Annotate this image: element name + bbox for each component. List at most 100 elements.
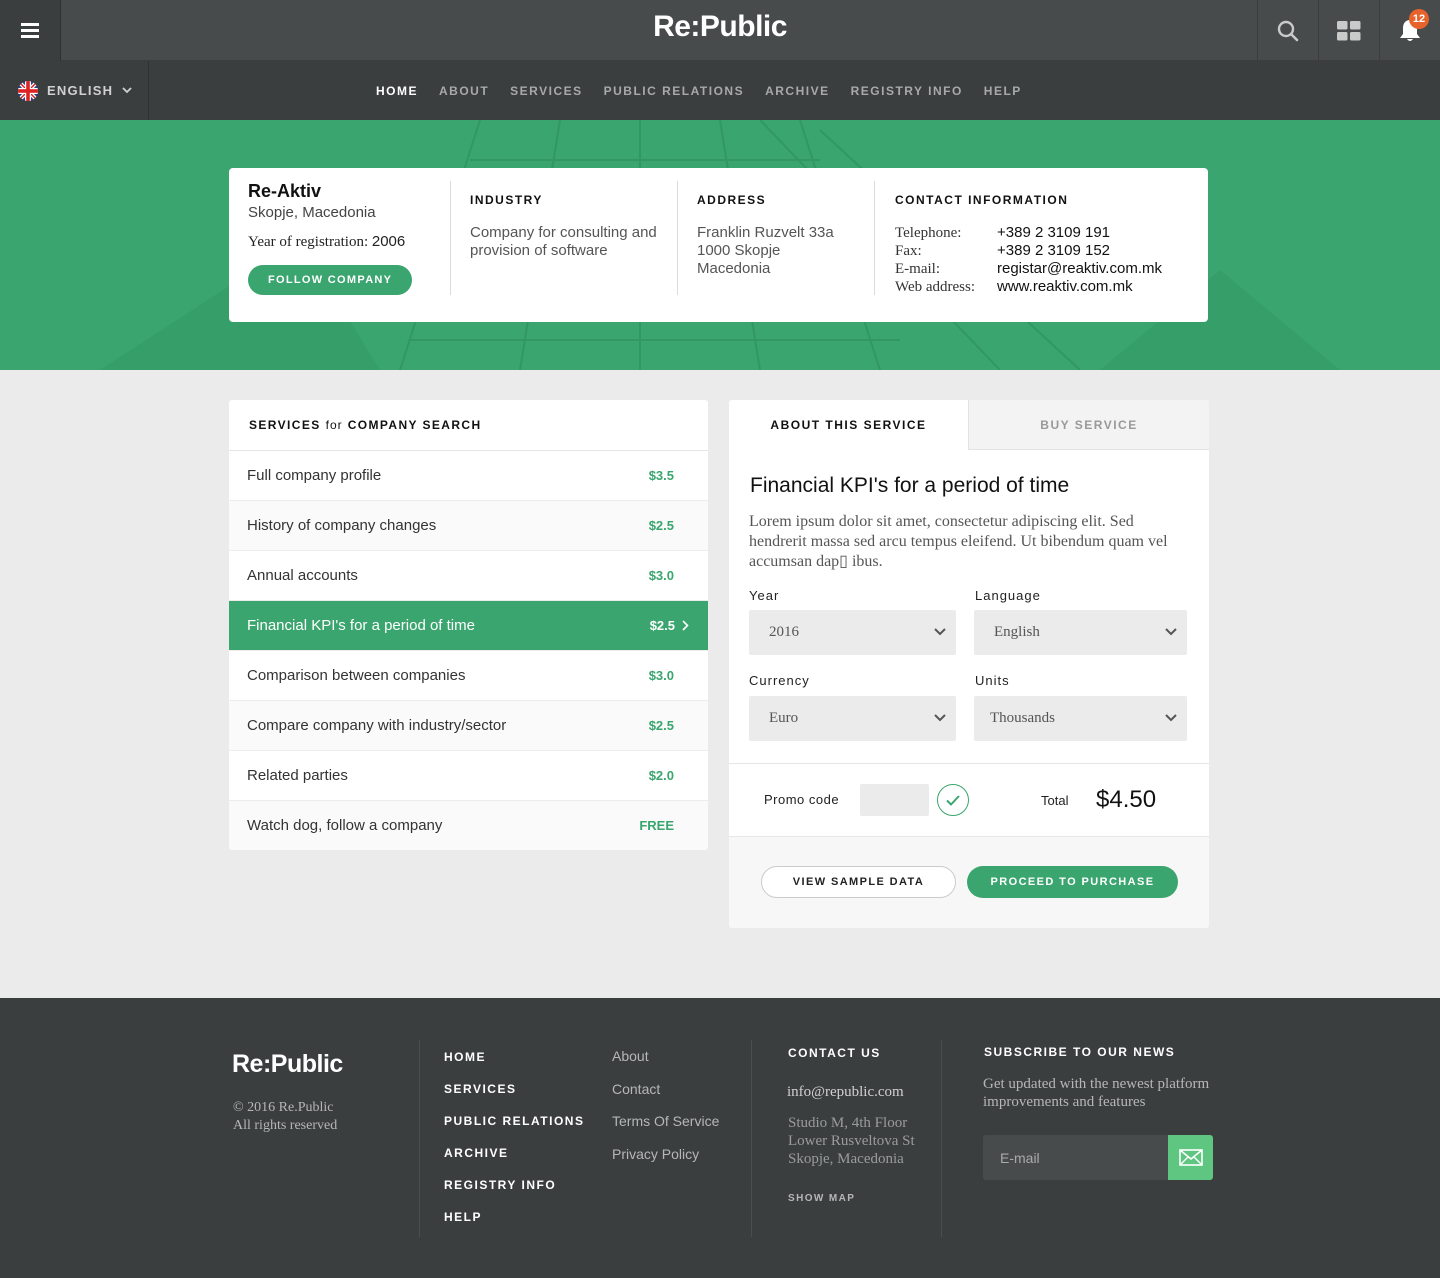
language-label: ENGLISH bbox=[47, 83, 114, 98]
service-item[interactable]: Watch dog, follow a company FREE bbox=[229, 801, 708, 850]
contact-heading: CONTACT INFORMATION bbox=[895, 193, 1069, 207]
divider bbox=[677, 181, 678, 295]
promo-code-input[interactable] bbox=[860, 784, 929, 816]
view-sample-data-button[interactable]: VIEW SAMPLE DATA bbox=[761, 866, 956, 898]
registration-year-value: 2006 bbox=[371, 233, 406, 250]
footer-address: Studio M, 4th Floor Lower Rusveltova St … bbox=[788, 1115, 915, 1167]
currency-select[interactable]: Euro bbox=[749, 696, 956, 741]
apply-promo-button[interactable] bbox=[937, 784, 969, 816]
divider bbox=[450, 181, 451, 295]
nav-registry-info[interactable]: REGISTRY INFO bbox=[851, 84, 963, 98]
nav-help[interactable]: HELP bbox=[984, 84, 1022, 98]
envelope-icon bbox=[1178, 1149, 1203, 1166]
show-map-link[interactable]: SHOW MAP bbox=[788, 1193, 855, 1204]
contact-web: Web address: www.reaktiv.com.mk bbox=[895, 278, 1133, 295]
service-item[interactable]: Related parties $2.0 bbox=[229, 751, 708, 801]
notifications-button[interactable]: 12 bbox=[1379, 0, 1440, 61]
chevron-down-icon bbox=[934, 628, 946, 636]
total-label: Total bbox=[1041, 793, 1069, 808]
language-field-label: Language bbox=[975, 588, 1041, 603]
footer-nav-services[interactable]: SERVICES bbox=[444, 1082, 584, 1114]
service-item-label: Annual accounts bbox=[247, 567, 358, 584]
apps-button[interactable] bbox=[1318, 0, 1379, 61]
language-selector[interactable]: ENGLISH bbox=[0, 61, 149, 120]
nav-about[interactable]: ABOUT bbox=[439, 84, 489, 98]
search-icon bbox=[1277, 20, 1299, 41]
registration-year-label: Year of registration: bbox=[248, 234, 369, 250]
footer-nav-home[interactable]: HOME bbox=[444, 1050, 584, 1082]
registration-year: Year of registration: 2006 bbox=[248, 233, 448, 251]
chevron-down-icon bbox=[934, 714, 946, 722]
service-tabs: ABOUT THIS SERVICE BUY SERVICE bbox=[729, 400, 1209, 450]
tab-about-service[interactable]: ABOUT THIS SERVICE bbox=[729, 400, 969, 450]
nav-services[interactable]: SERVICES bbox=[510, 84, 582, 98]
service-description: Lorem ipsum dolor sit amet, consectetur … bbox=[749, 513, 1168, 570]
proceed-to-purchase-button[interactable]: PROCEED TO PURCHASE bbox=[967, 866, 1178, 898]
brand-logo[interactable]: Re:Public bbox=[560, 10, 880, 44]
service-item-price: $2.0 bbox=[648, 768, 674, 783]
address-line: Franklin Ruzvelt 33a bbox=[697, 224, 834, 241]
units-select[interactable]: Thousands bbox=[974, 696, 1187, 741]
service-item-price: $3.5 bbox=[648, 468, 674, 483]
services-list: SERVICES for COMPANY SEARCH Full company… bbox=[229, 400, 708, 850]
footer-copyright: © 2016 Re.Public All rights reserved bbox=[233, 1100, 338, 1133]
nav-bar: ENGLISH HOME ABOUT SERVICES PUBLIC RELAT… bbox=[0, 61, 1440, 120]
divider bbox=[751, 1040, 752, 1237]
divider bbox=[729, 763, 1209, 764]
service-item-label: Watch dog, follow a company bbox=[247, 817, 443, 834]
contact-column: CONTACT INFORMATION Telephone: +389 2 310… bbox=[895, 181, 1195, 295]
service-item-label: Compare company with industry/sector bbox=[247, 717, 507, 734]
address-text: Franklin Ruzvelt 33a 1000 Skopje Macedon… bbox=[697, 224, 867, 278]
service-item[interactable]: Annual accounts $3.0 bbox=[229, 551, 708, 601]
subscribe-text: Get updated with the newest platform imp… bbox=[983, 1076, 1210, 1110]
footer-link-contact[interactable]: Contact bbox=[612, 1081, 719, 1114]
footer-email[interactable]: info@republic.com bbox=[787, 1084, 904, 1101]
menu-button[interactable] bbox=[0, 0, 61, 61]
footer-link-terms[interactable]: Terms Of Service bbox=[612, 1113, 719, 1146]
footer-nav: HOME SERVICES PUBLIC RELATIONS ARCHIVE R… bbox=[444, 1050, 584, 1242]
address-heading: ADDRESS bbox=[697, 193, 767, 207]
industry-column: INDUSTRY Company for consulting and prov… bbox=[470, 181, 670, 295]
service-item-price: FREE bbox=[639, 818, 674, 833]
service-item-label: History of company changes bbox=[247, 517, 437, 534]
service-item-label: Financial KPI's for a period of time bbox=[247, 617, 475, 634]
footer-link-about[interactable]: About bbox=[612, 1048, 719, 1081]
language-select[interactable]: English bbox=[974, 610, 1187, 655]
footer-nav-archive[interactable]: ARCHIVE bbox=[444, 1146, 584, 1178]
service-item[interactable]: Full company profile $3.5 bbox=[229, 451, 708, 501]
chevron-down-icon bbox=[1165, 628, 1177, 636]
service-item-label: Related parties bbox=[247, 767, 348, 784]
contact-fax: Fax: +389 2 3109 152 bbox=[895, 242, 1111, 259]
footer-nav-help[interactable]: HELP bbox=[444, 1210, 584, 1242]
footer-nav-registry-info[interactable]: REGISTRY INFO bbox=[444, 1178, 584, 1210]
currency-label: Currency bbox=[749, 673, 810, 688]
service-item[interactable]: Compare company with industry/sector $2.5 bbox=[229, 701, 708, 751]
subscribe-email-input[interactable]: E-mail bbox=[983, 1135, 1168, 1180]
industry-text: Company for consulting and provision of … bbox=[470, 224, 657, 259]
top-bar: Re:Public 12 bbox=[0, 0, 1440, 61]
uk-flag-icon bbox=[18, 80, 38, 101]
nav-home[interactable]: HOME bbox=[376, 84, 418, 98]
year-select[interactable]: 2016 bbox=[749, 610, 956, 655]
footer-brand[interactable]: Re:Public bbox=[232, 1050, 343, 1079]
check-icon bbox=[946, 794, 960, 806]
service-item[interactable]: Comparison between companies $3.0 bbox=[229, 651, 708, 701]
footer-link-privacy[interactable]: Privacy Policy bbox=[612, 1146, 719, 1179]
search-button[interactable] bbox=[1257, 0, 1318, 61]
service-item[interactable]: History of company changes $2.5 bbox=[229, 501, 708, 551]
subscribe-heading: SUBSCRIBE TO OUR NEWS bbox=[984, 1045, 1176, 1059]
company-summary: Re-Aktiv Skopje, Macedonia Year of regis… bbox=[248, 181, 448, 295]
divider bbox=[419, 1040, 420, 1237]
chevron-down-icon bbox=[1165, 714, 1177, 722]
subscribe-button[interactable] bbox=[1168, 1135, 1213, 1180]
nav-archive[interactable]: ARCHIVE bbox=[765, 84, 830, 98]
service-item[interactable]: Financial KPI's for a period of time $2.5 bbox=[229, 601, 708, 651]
service-title: Financial KPI's for a period of time bbox=[750, 474, 1070, 497]
industry-heading: INDUSTRY bbox=[470, 193, 543, 207]
tab-buy-service[interactable]: BUY SERVICE bbox=[969, 400, 1209, 450]
promo-code-label: Promo code bbox=[764, 792, 840, 807]
follow-company-button[interactable]: FOLLOW COMPANY bbox=[248, 265, 413, 295]
nav-public-relations[interactable]: PUBLIC RELATIONS bbox=[604, 84, 744, 98]
footer-nav-public-relations[interactable]: PUBLIC RELATIONS bbox=[444, 1114, 584, 1146]
contact-telephone: Telephone: +389 2 3109 191 bbox=[895, 224, 1111, 241]
